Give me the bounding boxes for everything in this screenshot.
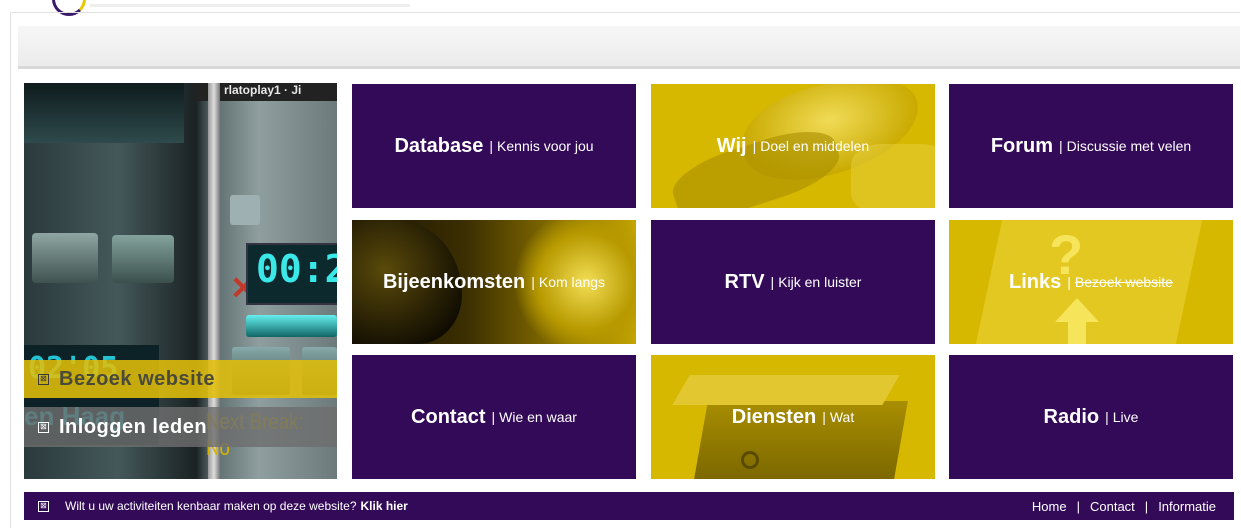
tile-subtitle: Wat <box>829 409 855 425</box>
footer-separator: | <box>1144 498 1149 514</box>
photo-slider <box>246 315 337 337</box>
photo-time: 00:2 <box>256 247 337 291</box>
footer-link-home[interactable]: Home <box>1032 499 1067 514</box>
click-here-link[interactable]: Klik hier <box>361 499 408 513</box>
tile-links[interactable]: ? Links | Bezoek website <box>949 220 1233 344</box>
footer-message: Wilt u uw activiteiten kenbaar maken op … <box>65 499 357 513</box>
tile-title: Wij <box>716 134 747 157</box>
tile-bijeenkomsten[interactable]: Bijeenkomsten | Kom langs <box>352 220 636 344</box>
tile-forum[interactable]: Forum | Discussie met velen <box>949 84 1233 208</box>
tile-separator: | <box>1067 274 1071 290</box>
box-lid <box>672 375 900 405</box>
tile-subtitle: Bezoek website <box>1074 274 1173 290</box>
header-bar <box>18 26 1240 69</box>
visit-website-button[interactable]: ⊠ Bezoek website <box>24 360 337 398</box>
tile-separator: | <box>491 409 496 425</box>
header-divider <box>90 4 410 7</box>
photo-tab-text: rlatoplay1 · Ji <box>224 83 302 97</box>
tile-rtv[interactable]: RTV | Kijk en luister <box>651 220 935 344</box>
tile-separator: | <box>1105 409 1109 425</box>
tile-title: RTV <box>724 270 765 293</box>
footer-bar: ⊠ Wilt u uw activiteiten kenbaar maken o… <box>24 492 1234 520</box>
tile-wij[interactable]: Wij | Doel en middelen <box>651 84 935 208</box>
tile-diensten[interactable]: Diensten | Wat <box>651 355 935 479</box>
tile-contact[interactable]: Contact | Wie en waar <box>352 355 636 479</box>
tile-separator: | <box>752 138 757 154</box>
tile-separator: | <box>489 138 494 154</box>
photo-tool-icon <box>230 195 260 225</box>
tile-title: Radio <box>1043 405 1100 428</box>
footer-link-contact[interactable]: Contact <box>1090 499 1135 514</box>
arrow-box-icon: ⊠ <box>38 500 49 512</box>
photo-pause-button <box>32 233 98 283</box>
tile-separator: | <box>531 274 535 290</box>
photo-play-button <box>112 235 174 283</box>
tile-title: Contact <box>411 405 486 428</box>
tile-database[interactable]: Database | Kennis voor jou <box>352 84 636 208</box>
member-login-button[interactable]: ⊠ Inloggen leden <box>24 407 337 447</box>
tile-title: Diensten <box>731 405 817 428</box>
tile-radio[interactable]: Radio | Live <box>949 355 1233 479</box>
arrow-box-icon: ⊠ <box>38 421 49 433</box>
visit-website-label: Bezoek website <box>59 367 215 390</box>
tile-separator: | <box>1059 138 1063 154</box>
tile-subtitle: Doel en middelen <box>760 138 870 154</box>
footer-link-informatie[interactable]: Informatie <box>1158 499 1216 514</box>
tile-subtitle: Kom langs <box>538 274 606 290</box>
tile-title: Forum <box>990 134 1054 157</box>
tile-subtitle: Wie en waar <box>499 409 577 425</box>
arrow-stem <box>1068 320 1086 344</box>
key-icon <box>741 451 759 469</box>
member-login-label: Inloggen leden <box>59 415 208 438</box>
tile-separator: | <box>770 274 775 290</box>
tile-subtitle: Discussie met velen <box>1066 138 1192 154</box>
tile-subtitle: Kennis voor jou <box>497 138 594 154</box>
tile-title: Database <box>394 134 484 157</box>
tile-title: Bijeenkomsten <box>382 270 526 293</box>
tile-subtitle: Live <box>1112 409 1139 425</box>
arrow-box-icon: ⊠ <box>38 373 49 385</box>
arrow-up-icon <box>1055 298 1099 322</box>
tile-title: Links <box>1009 270 1062 293</box>
tile-separator: | <box>822 409 826 425</box>
photo-display <box>24 83 184 143</box>
footer-separator: | <box>1076 498 1080 514</box>
tile-subtitle: Kijk en luister <box>778 274 862 290</box>
